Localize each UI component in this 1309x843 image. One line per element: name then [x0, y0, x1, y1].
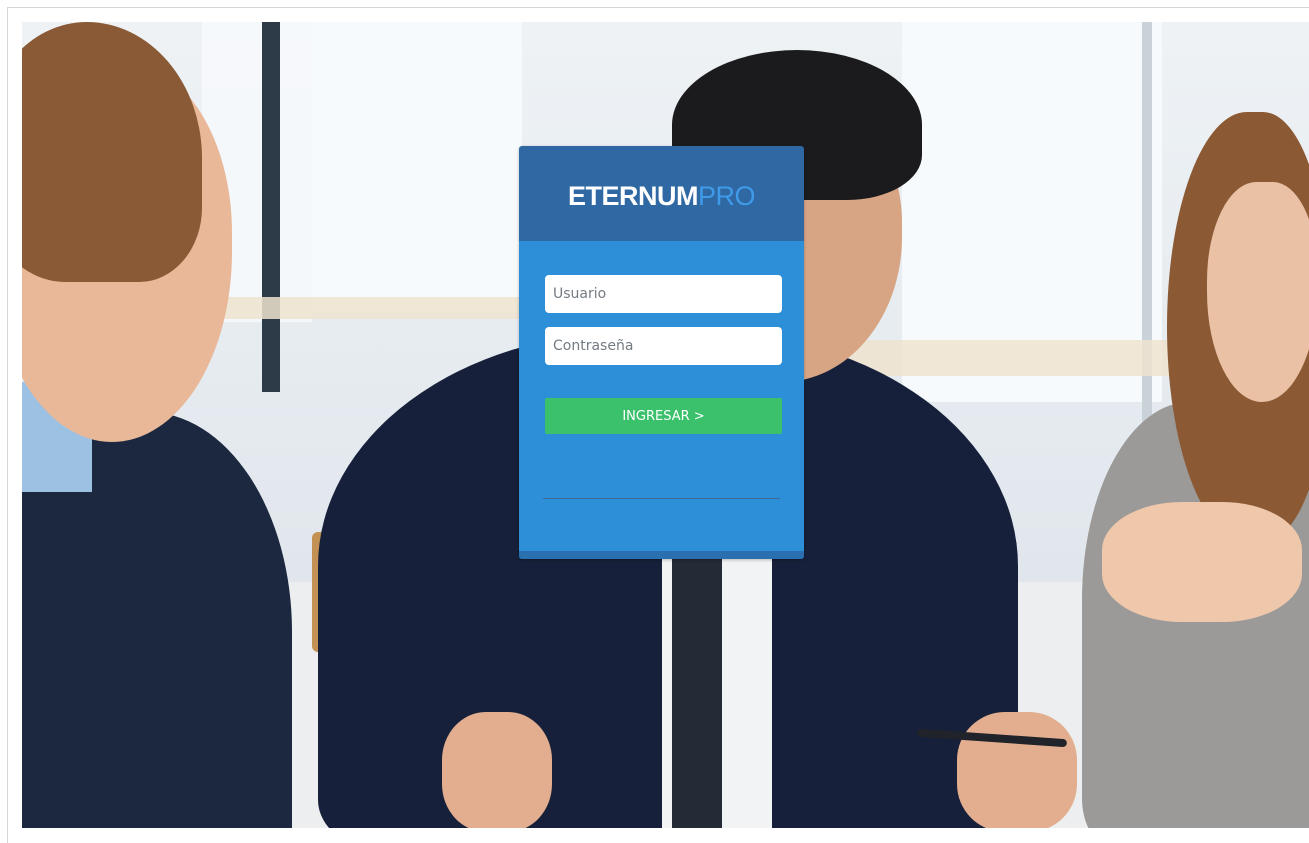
person-middle-tie: [672, 557, 722, 828]
username-input[interactable]: [545, 275, 782, 313]
person-left-hair: [22, 22, 202, 282]
login-header: ETERNUMPRO: [519, 146, 804, 241]
brand-logo: ETERNUMPRO: [567, 180, 756, 212]
person-right-face: [1207, 182, 1309, 402]
brand-name: ETERNUM: [567, 180, 699, 211]
page-border-top: [7, 7, 1309, 8]
login-card: ETERNUMPRO INGRESAR >: [519, 146, 804, 559]
brand-suffix: PRO: [697, 180, 756, 211]
password-input[interactable]: [545, 327, 782, 365]
person-middle-hand-right: [957, 712, 1077, 828]
page-border-left: [7, 7, 8, 843]
person-middle-hand-left: [442, 712, 552, 828]
window-frame: [262, 22, 280, 392]
divider: [543, 498, 780, 499]
login-submit-button[interactable]: INGRESAR >: [545, 398, 782, 434]
window-panel: [312, 22, 522, 312]
person-right-hands: [1102, 502, 1302, 622]
card-bottom-band: [519, 551, 804, 559]
window-frame: [1142, 22, 1152, 442]
